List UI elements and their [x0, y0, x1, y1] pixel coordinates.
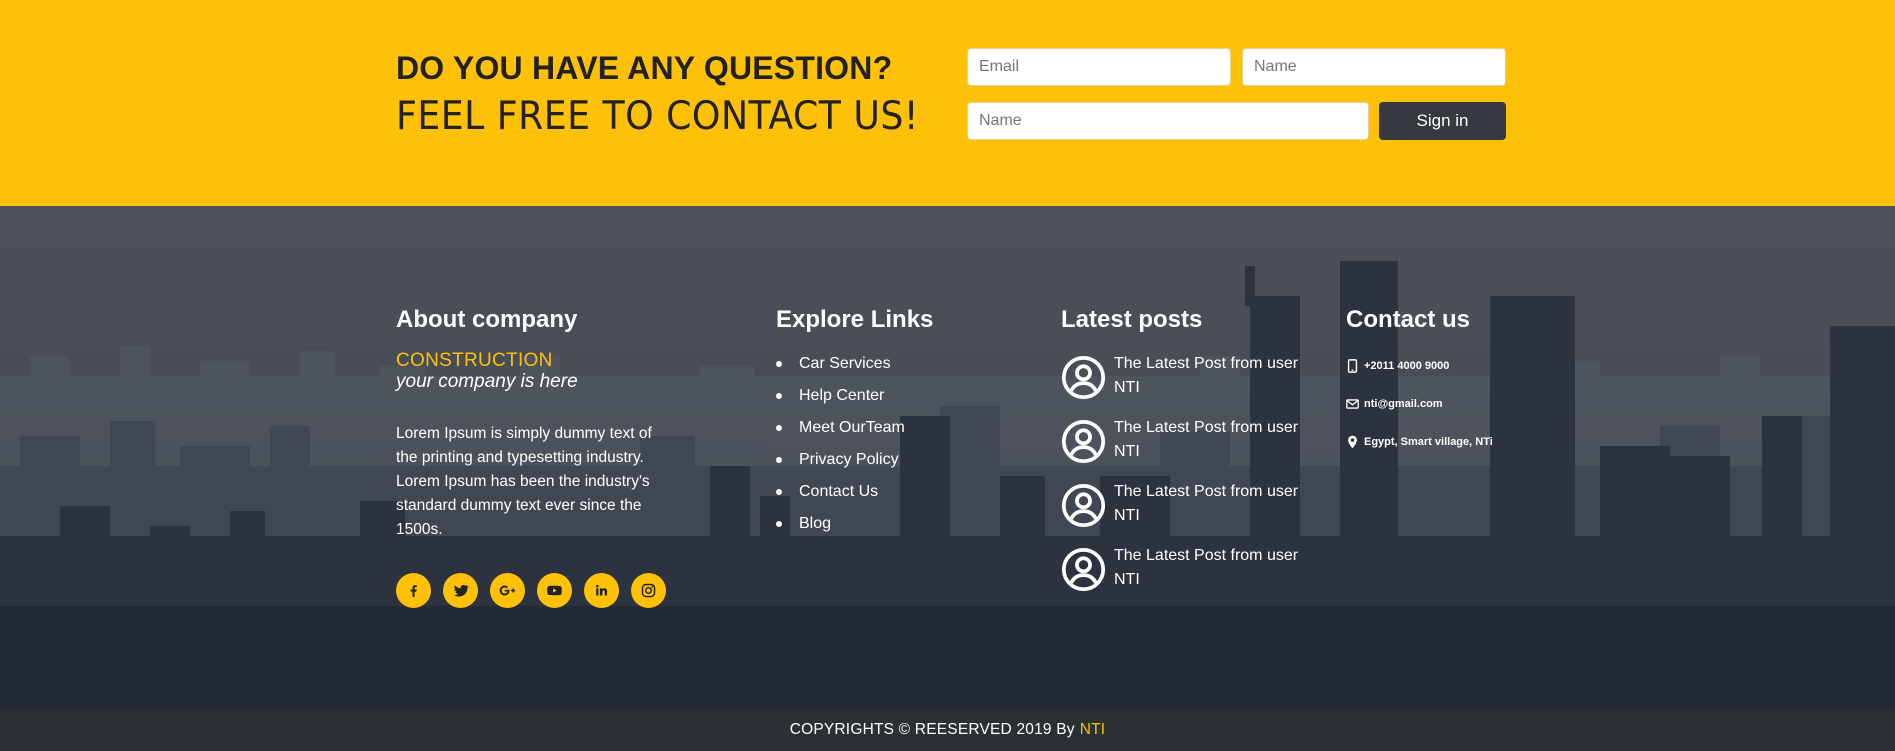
contact-address: Egypt, Smart village, NTi [1346, 423, 1493, 461]
map-marker-icon [1348, 435, 1357, 449]
youtube-icon[interactable] [537, 573, 572, 608]
company-brand: CONSTRUCTION your company is here [396, 351, 578, 393]
post-title: The Latest Post from user NTI [1114, 483, 1299, 524]
copyright-text: COPYRIGHTS © REESERVED 2019 By [789, 721, 1075, 738]
email-address: nti@gmail.com [1364, 398, 1443, 410]
name-field[interactable] [1242, 48, 1506, 86]
about-heading: About company [396, 306, 578, 333]
link-meet-our-team[interactable]: Meet OurTeam [776, 412, 905, 444]
instagram-icon[interactable] [631, 573, 666, 608]
post-title: The Latest Post from user NTI [1114, 355, 1299, 396]
contact-info: +2011 4000 9000 nti@gmail.com Egypt, Sma… [1346, 347, 1493, 461]
contact-band: DO YOU HAVE ANY QUESTION? FEEL FREE TO C… [0, 0, 1895, 206]
envelope-icon [1346, 399, 1359, 409]
facebook-icon[interactable] [396, 573, 431, 608]
latest-posts-list: The Latest Post from user NTI The Latest… [1061, 352, 1304, 608]
link-help-center[interactable]: Help Center [776, 380, 905, 412]
user-avatar-icon [1061, 547, 1106, 592]
link-car-services[interactable]: Car Services [776, 348, 905, 380]
contact-phone: +2011 4000 9000 [1346, 347, 1493, 385]
second-name-field[interactable] [967, 102, 1369, 140]
brand-tagline: your company is here [396, 371, 578, 392]
contact-title: DO YOU HAVE ANY QUESTION? [396, 50, 893, 86]
user-avatar-icon [1061, 419, 1106, 464]
brand-name: CONSTRUCTION [396, 350, 553, 371]
contact-subtitle: FEEL FREE TO CONTACT US! [396, 94, 919, 139]
explore-links-list: Car Services Help Center Meet OurTeam Pr… [776, 348, 905, 540]
mobile-phone-icon [1347, 359, 1358, 373]
contact-heading: DO YOU HAVE ANY QUESTION? FEEL FREE TO C… [396, 46, 958, 142]
google-plus-icon[interactable] [490, 573, 525, 608]
post-item[interactable]: The Latest Post from user NTI [1061, 352, 1304, 416]
post-title: The Latest Post from user NTI [1114, 419, 1299, 460]
email-field[interactable] [967, 48, 1231, 86]
address: Egypt, Smart village, NTi [1364, 436, 1493, 448]
social-links [396, 573, 666, 608]
sign-in-button[interactable]: Sign in [1379, 102, 1506, 140]
explore-heading: Explore Links [776, 306, 934, 333]
latest-posts-heading: Latest posts [1061, 306, 1203, 333]
link-contact-us[interactable]: Contact Us [776, 476, 905, 508]
post-title: The Latest Post from user NTI [1114, 547, 1299, 588]
about-description: Lorem Ipsum is simply dummy text of the … [396, 425, 652, 538]
post-item[interactable]: The Latest Post from user NTI [1061, 480, 1304, 544]
contact-email: nti@gmail.com [1346, 385, 1493, 423]
user-avatar-icon [1061, 355, 1106, 400]
post-item[interactable]: The Latest Post from user NTI [1061, 544, 1304, 608]
copyright-bar: COPYRIGHTS © REESERVED 2019 By NTI [0, 709, 1895, 751]
post-item[interactable]: The Latest Post from user NTI [1061, 416, 1304, 480]
phone-number: +2011 4000 9000 [1364, 360, 1450, 372]
footer-overlay [0, 206, 1895, 709]
twitter-icon[interactable] [443, 573, 478, 608]
copyright-brand-link[interactable]: NTI [1080, 721, 1106, 739]
link-privacy-policy[interactable]: Privacy Policy [776, 444, 905, 476]
user-avatar-icon [1061, 483, 1106, 528]
contact-us-heading: Contact us [1346, 306, 1471, 333]
site-footer: About company CONSTRUCTION your company … [0, 206, 1895, 709]
link-blog[interactable]: Blog [776, 508, 905, 540]
linkedin-icon[interactable] [584, 573, 619, 608]
